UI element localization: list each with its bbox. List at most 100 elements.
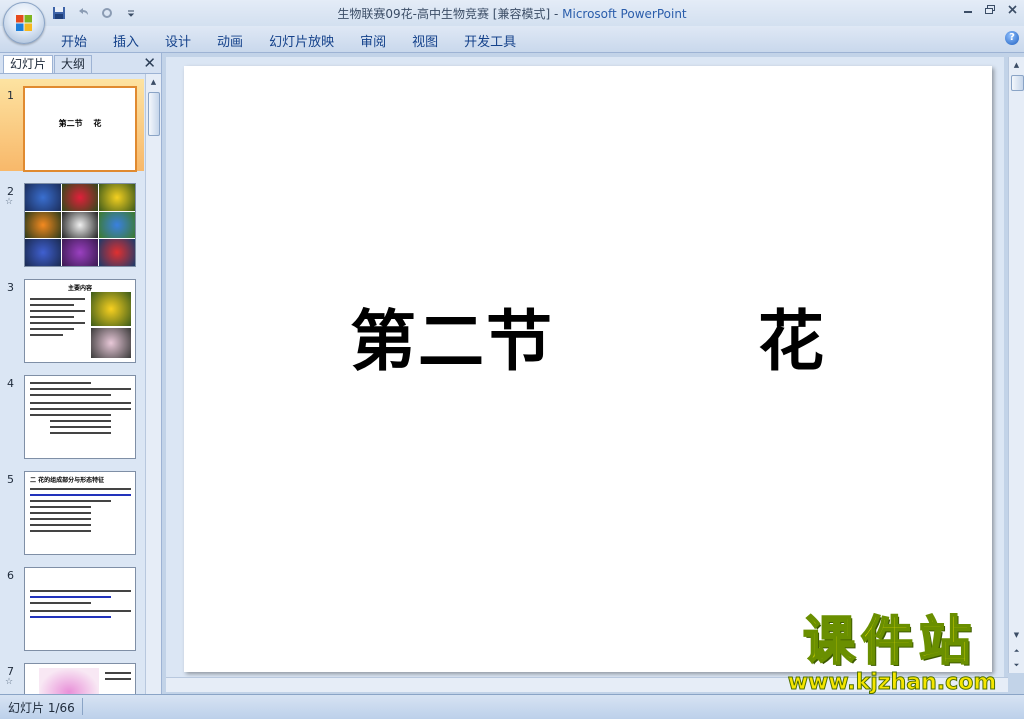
status-bar: 幻灯片 1/66 <box>0 694 1024 719</box>
office-button[interactable] <box>3 2 45 44</box>
text-line <box>105 672 131 674</box>
text-line <box>30 524 91 526</box>
slide-thumbnail-6[interactable]: 6 <box>0 559 144 651</box>
flower-photo <box>62 184 98 211</box>
flower-photo <box>62 211 98 239</box>
slide-number: 3 <box>7 281 14 294</box>
ribbon-tab-bar: 开始 插入 设计 动画 幻灯片放映 审阅 视图 开发工具 <box>0 26 1024 53</box>
watermark-logo: 课件站 <box>802 611 977 673</box>
flower-photo <box>91 328 131 358</box>
slides-panel: 幻灯片 大纲 ✕ 1 第二节 花 2 ☆ 3 主要内容 4 5 二 花的组成部分… <box>0 53 162 694</box>
title-bar: 生物联赛09花-高中生物竞赛 [兼容模式] - Microsoft PowerP… <box>0 0 1024 26</box>
slide-thumbnail-7[interactable]: 7 ☆ <box>0 655 144 694</box>
text-line <box>30 602 91 604</box>
text-line <box>30 328 74 330</box>
thumbnail-heading: 主要内容 <box>67 285 92 292</box>
previous-slide-icon[interactable]: ⏶ <box>1011 645 1022 657</box>
thumbnail-preview <box>24 183 136 267</box>
close-panel-icon[interactable]: ✕ <box>143 55 156 71</box>
text-line <box>50 420 111 422</box>
text-line <box>30 616 111 618</box>
flower-photo <box>99 239 135 266</box>
flower-diagram <box>39 668 99 694</box>
thumbnail-text-lines <box>30 590 131 622</box>
flower-photo <box>25 211 61 239</box>
text-line <box>30 334 63 336</box>
slide-number: 5 <box>7 473 14 486</box>
scroll-down-icon[interactable]: ▼ <box>1011 629 1022 641</box>
tab-slides[interactable]: 幻灯片 <box>3 55 54 73</box>
slide-thumbnail-1[interactable]: 1 第二节 花 <box>0 79 144 172</box>
scroll-thumb[interactable] <box>1011 75 1024 91</box>
tab-developer[interactable]: 开发工具 <box>453 30 527 50</box>
slide-number: 6 <box>7 569 14 582</box>
tab-insert[interactable]: 插入 <box>102 30 150 50</box>
restore-icon[interactable] <box>980 2 1000 16</box>
title-separator: - <box>550 7 563 21</box>
slide-title[interactable]: 第二节 花 <box>184 288 992 384</box>
minimize-icon[interactable] <box>958 2 978 16</box>
flower-photo <box>62 239 98 266</box>
text-line <box>30 596 111 598</box>
tab-review[interactable]: 审阅 <box>349 30 397 50</box>
tab-animations[interactable]: 动画 <box>206 30 254 50</box>
thumbnail-text-lines <box>30 488 131 536</box>
text-line <box>30 590 131 592</box>
slide-thumbnail-4[interactable]: 4 <box>0 367 144 459</box>
text-line <box>30 316 74 318</box>
thumbnail-text-lines <box>105 672 131 684</box>
text-line <box>30 298 85 300</box>
flower-photo <box>25 239 61 266</box>
thumbnail-title: 第二节 花 <box>58 119 102 128</box>
text-line <box>30 500 111 502</box>
ribbon-tabs: 开始 插入 设计 动画 幻灯片放映 审阅 视图 开发工具 <box>50 30 531 50</box>
close-icon[interactable] <box>1002 2 1022 16</box>
animation-star-icon: ☆ <box>5 197 14 207</box>
document-title: 生物联赛09花-高中生物竞赛 [兼容模式] <box>337 7 551 21</box>
current-slide[interactable]: 第二节 花 <box>184 66 992 672</box>
text-line <box>105 678 131 680</box>
scroll-up-icon[interactable]: ▲ <box>1011 59 1022 71</box>
text-line <box>30 494 131 496</box>
thumbnail-preview: 二 花的组成部分与形态特征 <box>24 471 136 555</box>
text-line <box>30 310 85 312</box>
thumbnail-heading: 二 花的组成部分与形态特征 <box>30 477 105 484</box>
help-icon[interactable]: ? <box>1005 31 1019 45</box>
animation-star-icon: ☆ <box>5 677 14 687</box>
tab-view[interactable]: 视图 <box>401 30 449 50</box>
window-title: 生物联赛09花-高中生物竞赛 [兼容模式] - Microsoft PowerP… <box>0 5 1024 22</box>
slide-thumbnail-2[interactable]: 2 ☆ <box>0 175 144 267</box>
text-line <box>30 610 131 612</box>
slide-counter: 幻灯片 1/66 <box>8 701 75 715</box>
panel-scrollbar[interactable]: ▲ <box>145 74 161 694</box>
text-line <box>30 322 85 324</box>
window-controls <box>958 2 1022 16</box>
app-name: Microsoft PowerPoint <box>562 7 687 21</box>
watermark: 课件站 www.kjzhan.com <box>772 611 1008 696</box>
thumbnail-text-lines <box>30 298 85 340</box>
flower-photo-grid <box>25 184 135 266</box>
slide-number: 1 <box>7 89 14 102</box>
text-line <box>30 488 131 490</box>
slide-number: 4 <box>7 377 14 390</box>
tab-home[interactable]: 开始 <box>50 30 98 50</box>
text-line <box>30 530 91 532</box>
slide-thumbnails: 1 第二节 花 2 ☆ 3 主要内容 4 5 二 花的组成部分与形态特征 6 7… <box>0 74 144 694</box>
status-divider <box>82 698 83 715</box>
watermark-url: www.kjzhan.com <box>787 670 997 696</box>
text-line <box>50 432 111 434</box>
slide-thumbnail-5[interactable]: 5 二 花的组成部分与形态特征 <box>0 463 144 555</box>
text-line <box>50 426 111 428</box>
lily-photo <box>91 292 131 326</box>
thumbnail-preview: 第二节 花 <box>23 86 137 172</box>
flower-photo <box>99 184 135 211</box>
text-line <box>30 304 74 306</box>
next-slide-icon[interactable]: ⏷ <box>1011 659 1022 671</box>
editor-vertical-scrollbar[interactable]: ▲ ▼ ⏶ ⏷ <box>1008 57 1024 673</box>
scroll-up-icon[interactable]: ▲ <box>148 76 159 88</box>
tab-slideshow[interactable]: 幻灯片放映 <box>258 30 345 50</box>
slide-thumbnail-3[interactable]: 3 主要内容 <box>0 271 144 363</box>
tab-design[interactable]: 设计 <box>154 30 202 50</box>
scroll-thumb[interactable] <box>148 92 160 136</box>
tab-outline[interactable]: 大纲 <box>54 55 93 73</box>
